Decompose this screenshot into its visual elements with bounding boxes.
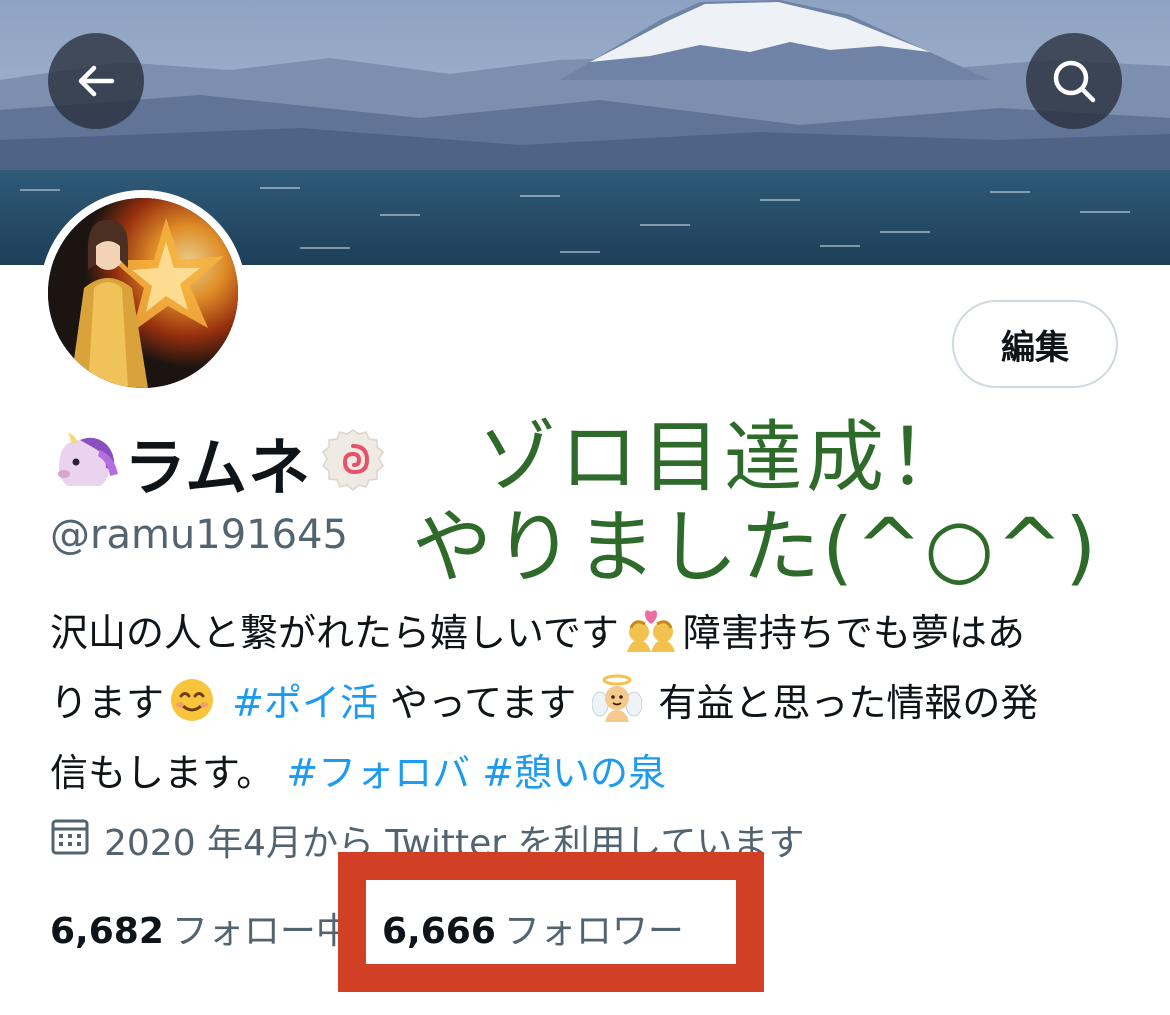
- bio-text: 障害持ちでも夢はあ: [682, 611, 1025, 655]
- bio-text: 沢山の人と繋がれたら嬉しいです: [50, 611, 619, 655]
- avatar-image: [48, 198, 238, 388]
- following-label: フォロー中: [171, 911, 352, 952]
- followers-count: 6,666: [382, 911, 496, 952]
- bio-text: ります: [50, 681, 165, 725]
- hashtag-link[interactable]: #憩いの泉: [482, 751, 666, 795]
- edit-profile-button[interactable]: 編集: [952, 300, 1118, 388]
- back-button[interactable]: [48, 33, 144, 129]
- search-button[interactable]: [1026, 33, 1122, 129]
- profile-bio: 沢山の人と繋がれたら嬉しいです 障害持ちでも夢はあ ります #ポイ活 やってます …: [50, 602, 1130, 804]
- arrow-left-icon: [78, 65, 115, 97]
- hashtag-link[interactable]: #ポイ活: [232, 681, 378, 725]
- following-count: 6,682: [50, 911, 164, 952]
- display-name-row: ラムネ: [50, 420, 385, 504]
- followers-link[interactable]: 6,666 フォロワー: [382, 902, 684, 954]
- bio-text: 信もします。: [50, 751, 287, 795]
- followers-label: フォロワー: [503, 911, 684, 952]
- calendar-icon: [50, 816, 90, 865]
- search-icon: [1053, 60, 1096, 103]
- baby-angel-icon: [591, 674, 643, 742]
- bio-text: 有益と思った情報の発: [646, 681, 1039, 725]
- fish-cake-icon: [321, 428, 385, 496]
- couple-with-heart-icon: [623, 608, 679, 672]
- overlay-caption-line2: やりました(^○^): [412, 501, 1099, 594]
- following-link[interactable]: 6,682 フォロー中: [50, 902, 352, 954]
- avatar[interactable]: [40, 190, 246, 396]
- display-name: ラムネ: [124, 431, 312, 504]
- username-handle: @ramu191645: [50, 512, 348, 558]
- bio-text: やってます: [377, 681, 577, 725]
- hashtag-link[interactable]: #フォロバ: [286, 751, 470, 795]
- smiling-face-icon: [168, 676, 216, 742]
- unicorn-icon: [50, 428, 124, 496]
